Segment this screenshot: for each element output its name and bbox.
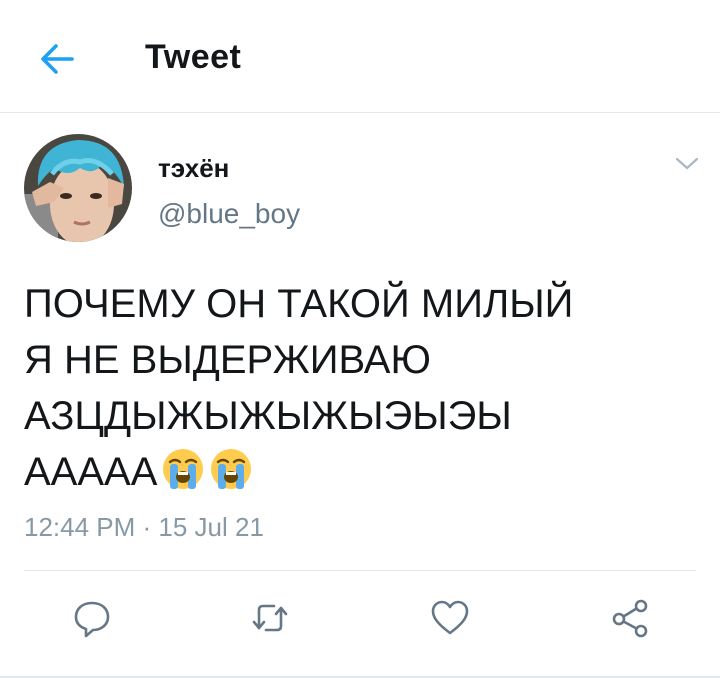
tweet-text-last-line: ААААА xyxy=(24,444,704,500)
author-display-name[interactable]: тэхён xyxy=(158,153,229,184)
heart-icon xyxy=(431,600,469,635)
top-bar: Tweet xyxy=(0,0,720,113)
tweet-text-line: ПОЧЕМУ ОН ТАКОЙ МИЛЫЙ xyxy=(24,282,574,326)
tweet-timestamp: 12:44 PM · 15 Jul 21 xyxy=(24,512,264,542)
author-handle[interactable]: @blue_boy xyxy=(158,198,300,230)
like-button[interactable] xyxy=(430,598,470,638)
share-icon xyxy=(612,599,648,638)
divider xyxy=(24,570,696,571)
tweet-text-line: АЗЦДЫЖЫЖЫЖЫЭЫЭЫ xyxy=(24,394,512,438)
retweet-icon xyxy=(252,604,288,632)
tweet-text-line: ААААА xyxy=(24,450,158,494)
reply-button[interactable] xyxy=(72,598,112,638)
back-button[interactable] xyxy=(38,42,76,76)
reply-icon xyxy=(74,601,110,638)
loudly-crying-face-icon xyxy=(211,449,252,489)
arrow-left-icon xyxy=(41,44,74,74)
share-button[interactable] xyxy=(610,598,650,638)
avatar-image xyxy=(24,134,132,242)
tweet-text-line: Я НЕ ВЫДЕРЖИВАЮ xyxy=(24,338,431,382)
tweet-text: ПОЧЕМУ ОН ТАКОЙ МИЛЫЙ Я НЕ ВЫДЕРЖИВАЮ АЗ… xyxy=(24,276,704,500)
page-title: Tweet xyxy=(145,38,242,76)
avatar[interactable] xyxy=(24,134,132,242)
chevron-down-icon xyxy=(675,157,699,170)
retweet-button[interactable] xyxy=(250,598,290,638)
loudly-crying-face-icon xyxy=(163,449,204,489)
more-options-button[interactable] xyxy=(674,154,700,172)
